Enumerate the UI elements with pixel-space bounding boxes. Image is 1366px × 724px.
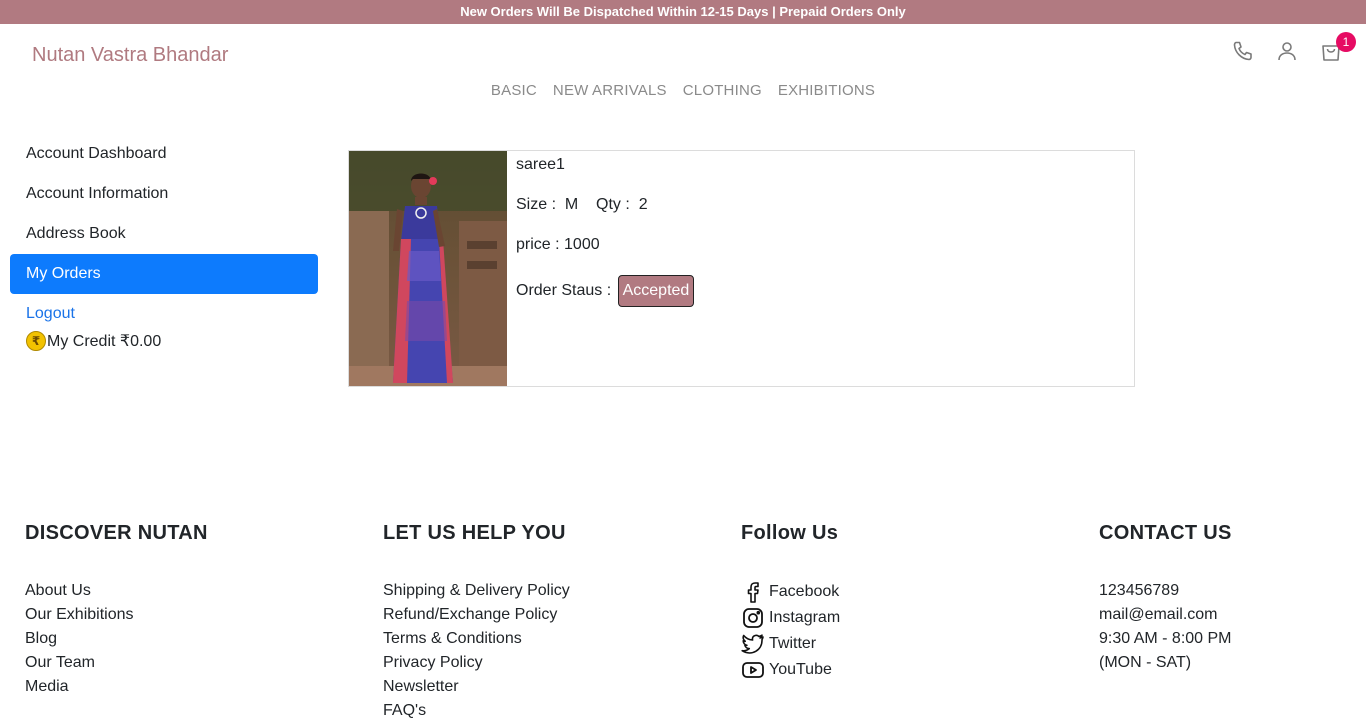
sidebar-item-account-dashboard[interactable]: Account Dashboard bbox=[10, 134, 318, 174]
cart-icon[interactable]: 1 bbox=[1318, 32, 1356, 64]
footer-follow: Follow Us Facebook Instagram Twitter You… bbox=[741, 522, 840, 683]
sidebar-item-address-book[interactable]: Address Book bbox=[10, 214, 318, 254]
sidebar-item-account-information[interactable]: Account Information bbox=[10, 174, 318, 214]
footer-discover-title: DISCOVER NUTAN bbox=[25, 522, 208, 544]
my-credit-label: My Credit ₹0.00 bbox=[47, 333, 162, 350]
nav-basic[interactable]: BASIC bbox=[491, 82, 537, 99]
qty-value: 2 bbox=[638, 196, 648, 213]
social-facebook[interactable]: Facebook bbox=[741, 579, 840, 605]
youtube-icon bbox=[742, 662, 764, 678]
order-card: saree1 Size : M Qty : 2 price : 1000 Ord… bbox=[348, 150, 1135, 387]
status-label: Order Staus : bbox=[516, 282, 612, 299]
footer-help: LET US HELP YOU Shipping & Delivery Poli… bbox=[383, 522, 570, 723]
footer-help-title: LET US HELP YOU bbox=[383, 522, 566, 544]
contact-days: (MON - SAT) bbox=[1099, 654, 1192, 671]
footer-link-faqs[interactable]: FAQ's bbox=[383, 699, 570, 723]
social-instagram-label: Instagram bbox=[769, 609, 841, 626]
size-qty-row: Size : M Qty : 2 bbox=[516, 195, 694, 215]
footer-link-terms[interactable]: Terms & Conditions bbox=[383, 627, 570, 651]
nav-new-arrivals[interactable]: NEW ARRIVALS bbox=[553, 82, 667, 99]
announcement-bar: New Orders Will Be Dispatched Within 12-… bbox=[0, 0, 1366, 24]
instagram-icon bbox=[743, 608, 763, 628]
twitter-icon bbox=[741, 634, 764, 654]
social-youtube[interactable]: YouTube bbox=[741, 657, 840, 683]
footer-link-about-us[interactable]: About Us bbox=[25, 579, 208, 603]
footer-contact-title: CONTACT US bbox=[1099, 522, 1232, 544]
order-details: saree1 Size : M Qty : 2 price : 1000 Ord… bbox=[516, 155, 695, 327]
status-badge: Accepted bbox=[617, 275, 695, 307]
size-value: M bbox=[564, 196, 579, 213]
header-icons: 1 bbox=[1230, 32, 1356, 64]
phone-icon[interactable] bbox=[1230, 38, 1256, 64]
price-row: price : 1000 bbox=[516, 236, 600, 253]
social-youtube-label: YouTube bbox=[769, 661, 832, 678]
size-label: Size : bbox=[516, 196, 557, 213]
footer-link-newsletter[interactable]: Newsletter bbox=[383, 675, 570, 699]
footer-link-our-team[interactable]: Our Team bbox=[25, 651, 208, 675]
social-twitter[interactable]: Twitter bbox=[741, 631, 840, 657]
footer-contact: CONTACT US 123456789 mail@email.com 9:30… bbox=[1099, 522, 1232, 675]
sidebar-item-my-orders[interactable]: My Orders bbox=[10, 254, 318, 294]
contact-email[interactable]: mail@email.com bbox=[1099, 603, 1232, 627]
user-icon[interactable] bbox=[1274, 38, 1300, 64]
brand-logo[interactable]: Nutan Vastra Bhandar bbox=[32, 44, 228, 67]
account-sidebar: Account Dashboard Account Information Ad… bbox=[10, 134, 318, 354]
product-name: saree1 bbox=[516, 156, 565, 173]
my-credit: ₹ My Credit ₹0.00 bbox=[10, 328, 318, 354]
facebook-icon bbox=[747, 582, 759, 603]
main-nav: BASIC NEW ARRIVALS CLOTHING EXHIBITIONS bbox=[0, 82, 1366, 99]
nav-clothing[interactable]: CLOTHING bbox=[683, 82, 762, 99]
qty-label: Qty : bbox=[596, 196, 630, 213]
social-facebook-label: Facebook bbox=[769, 583, 840, 600]
rupee-coin-icon: ₹ bbox=[26, 331, 46, 351]
contact-hours: 9:30 AM - 8:00 PM bbox=[1099, 630, 1232, 647]
social-instagram[interactable]: Instagram bbox=[741, 605, 840, 631]
footer-link-privacy[interactable]: Privacy Policy bbox=[383, 651, 570, 675]
contact-phone[interactable]: 123456789 bbox=[1099, 579, 1232, 603]
footer-link-refund[interactable]: Refund/Exchange Policy bbox=[383, 603, 570, 627]
footer-discover: DISCOVER NUTAN About Us Our Exhibitions … bbox=[25, 522, 208, 699]
social-twitter-label: Twitter bbox=[769, 635, 817, 652]
nav-exhibitions[interactable]: EXHIBITIONS bbox=[778, 82, 875, 99]
footer-link-blog[interactable]: Blog bbox=[25, 627, 208, 651]
cart-count-badge: 1 bbox=[1336, 32, 1356, 52]
product-image[interactable] bbox=[349, 151, 507, 386]
footer-link-media[interactable]: Media bbox=[25, 675, 208, 699]
status-row: Order Staus : Accepted bbox=[516, 275, 695, 307]
footer-link-shipping[interactable]: Shipping & Delivery Policy bbox=[383, 579, 570, 603]
footer-link-our-exhibitions[interactable]: Our Exhibitions bbox=[25, 603, 208, 627]
footer-follow-title: Follow Us bbox=[741, 522, 839, 544]
